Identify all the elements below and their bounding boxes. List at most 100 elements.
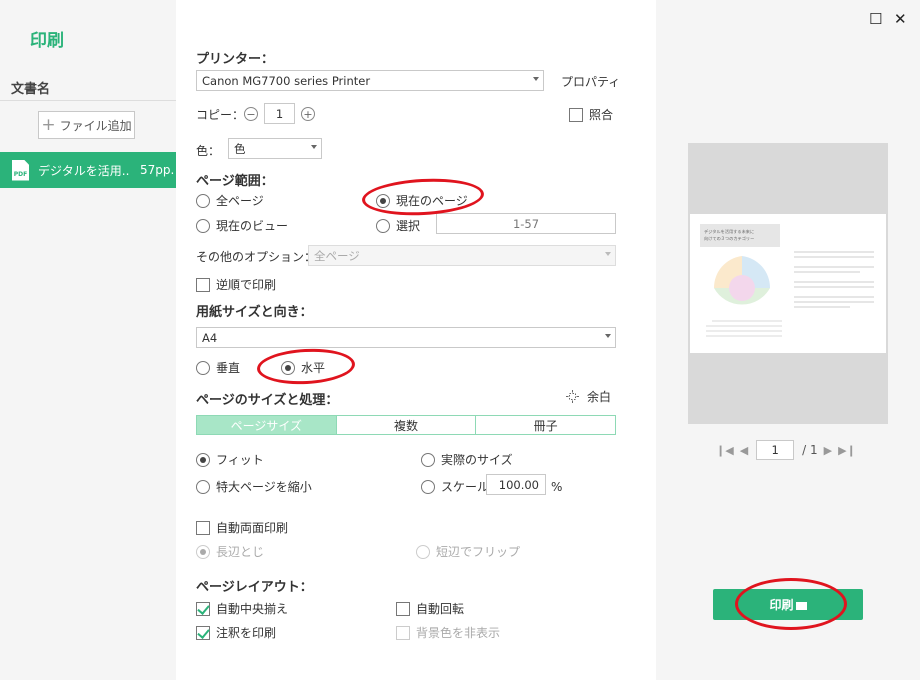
preview-page-thumbnail: デジタルを活用する未来に 向けての３つのカテゴリー <box>690 214 886 353</box>
radio-icon <box>281 360 295 375</box>
radio-icon <box>421 479 435 494</box>
app-title: 印刷 <box>30 31 64 51</box>
radio-icon <box>196 479 210 494</box>
all-pages-label: 全ページ <box>216 194 264 208</box>
last-page-icon[interactable]: ▶❙ <box>838 444 856 457</box>
collate-label: 照合 <box>589 108 614 122</box>
paper-heading: 用紙サイズと向き： <box>196 305 313 320</box>
reverse-order-label: 逆順で印刷 <box>216 278 277 292</box>
first-page-icon[interactable]: ❙◀ <box>716 444 734 457</box>
margin-icon <box>566 390 579 403</box>
prev-page-icon[interactable]: ◀ <box>740 444 748 457</box>
pdf-file-icon: PDF <box>12 159 29 181</box>
preview-page-input[interactable]: 1 <box>756 440 795 460</box>
radio-icon <box>196 193 210 208</box>
page-range-input[interactable]: 1-57 <box>436 213 616 234</box>
actual-size-label: 実際のサイズ <box>441 453 513 467</box>
checkbox-icon <box>196 625 210 640</box>
radio-portrait[interactable]: 垂直 <box>196 359 240 376</box>
short-edge-label: 短辺でフリップ <box>436 545 521 559</box>
collate-checkbox[interactable]: 照合 <box>569 106 613 123</box>
print-settings-panel: プリンター： Canon MG7700 series Printer プロパティ… <box>176 0 656 680</box>
radio-icon <box>196 218 210 233</box>
preview-total-pages: / 1 <box>802 443 818 457</box>
radio-selection[interactable]: 選択 <box>376 217 420 234</box>
scale-label: スケール <box>441 480 490 494</box>
radio-all-pages[interactable]: 全ページ <box>196 192 264 209</box>
tab-multiple[interactable]: 複数 <box>335 416 476 434</box>
document-name-heading: 文書名 <box>11 82 51 97</box>
fit-label: フィット <box>216 453 264 467</box>
margin-button[interactable]: 余白 <box>566 388 611 405</box>
other-options-value: 全ページ <box>314 248 360 263</box>
checkbox-icon <box>196 601 210 616</box>
scale-input[interactable]: 100.00 <box>486 474 546 495</box>
portrait-label: 垂直 <box>216 361 241 375</box>
landscape-label: 水平 <box>301 361 326 375</box>
preview-panel: ☐ ✕ デジタルを活用する未来に 向けての３つのカテゴリー ❙◀ ◀ 1 / 1… <box>656 0 920 680</box>
chevron-down-icon <box>605 334 611 338</box>
printer-icon <box>795 601 807 610</box>
color-label: 色： <box>196 144 221 158</box>
color-select[interactable]: 色 <box>228 138 322 159</box>
plus-icon[interactable]: + <box>301 107 315 121</box>
file-name: デジタルを活用.. <box>38 163 130 178</box>
shrink-large-label: 特大ページを縮小 <box>216 480 312 494</box>
properties-button[interactable]: プロパティ <box>561 73 620 90</box>
printer-heading: プリンター： <box>196 52 275 67</box>
tab-page-size[interactable]: ページサイズ <box>197 416 336 434</box>
file-list-item[interactable]: PDF デジタルを活用.. 57pp. <box>0 152 176 188</box>
hide-background-checkbox[interactable]: 背景色を非表示 <box>396 624 500 641</box>
plus-icon: + <box>41 114 56 135</box>
radio-scale[interactable]: スケール <box>421 478 489 495</box>
other-options-select[interactable]: 全ページ <box>308 245 616 266</box>
divider <box>0 100 176 101</box>
preview-page-graphic: デジタルを活用する未来に 向けての３つのカテゴリー <box>700 224 874 337</box>
maximize-icon[interactable]: ☐ <box>869 12 882 27</box>
selection-label: 選択 <box>396 219 421 233</box>
paper-size-select[interactable]: A4 <box>196 327 616 348</box>
printer-select[interactable]: Canon MG7700 series Printer <box>196 70 544 91</box>
radio-landscape[interactable]: 水平 <box>281 359 325 376</box>
radio-actual-size[interactable]: 実際のサイズ <box>421 451 513 468</box>
add-file-label: ファイル追加 <box>59 118 132 133</box>
page-range-heading: ページ範囲： <box>196 174 274 189</box>
current-view-label: 現在のビュー <box>216 219 289 233</box>
copies-input[interactable]: 1 <box>264 103 295 124</box>
auto-center-label: 自動中央揃え <box>216 602 289 616</box>
reverse-order-checkbox[interactable]: 逆順で印刷 <box>196 276 276 293</box>
add-file-button[interactable]: + ファイル追加 <box>38 111 135 139</box>
chevron-down-icon <box>311 145 317 149</box>
auto-rotate-checkbox[interactable]: 自動回転 <box>396 600 464 617</box>
checkbox-icon <box>569 107 583 122</box>
print-annotations-checkbox[interactable]: 注釈を印刷 <box>196 624 276 641</box>
auto-duplex-label: 自動両面印刷 <box>216 521 289 535</box>
close-icon[interactable]: ✕ <box>894 12 907 27</box>
svg-text:向けての３つのカテゴリー: 向けての３つのカテゴリー <box>704 235 754 242</box>
radio-long-edge[interactable]: 長辺とじ <box>196 543 264 560</box>
tab-booklet[interactable]: 冊子 <box>475 416 615 434</box>
print-button[interactable]: 印刷 <box>713 589 863 620</box>
preview-navigation: ❙◀ ◀ 1 / 1 ▶ ▶❙ <box>716 440 856 460</box>
chevron-down-icon <box>533 77 539 81</box>
radio-icon <box>196 544 210 559</box>
scale-unit: % <box>551 480 563 494</box>
radio-fit[interactable]: フィット <box>196 451 264 468</box>
auto-center-checkbox[interactable]: 自動中央揃え <box>196 600 288 617</box>
radio-current-view[interactable]: 現在のビュー <box>196 217 288 234</box>
other-options-label: その他のオプション： <box>196 250 317 264</box>
radio-icon <box>421 452 435 467</box>
radio-short-edge[interactable]: 短辺でフリップ <box>416 543 520 560</box>
file-page-count: 57pp. <box>140 163 175 177</box>
auto-duplex-checkbox[interactable]: 自動両面印刷 <box>196 519 288 536</box>
minus-icon[interactable]: − <box>244 107 258 121</box>
checkbox-icon <box>396 601 410 616</box>
printer-select-value: Canon MG7700 series Printer <box>202 73 371 88</box>
radio-current-page[interactable]: 現在のページ <box>376 192 468 209</box>
checkbox-icon <box>396 625 410 640</box>
next-page-icon[interactable]: ▶ <box>824 444 832 457</box>
radio-shrink-large[interactable]: 特大ページを縮小 <box>196 478 312 495</box>
svg-text:デジタルを活用する未来に: デジタルを活用する未来に <box>704 228 754 235</box>
radio-icon <box>416 544 430 559</box>
print-button-label: 印刷 <box>769 598 794 612</box>
